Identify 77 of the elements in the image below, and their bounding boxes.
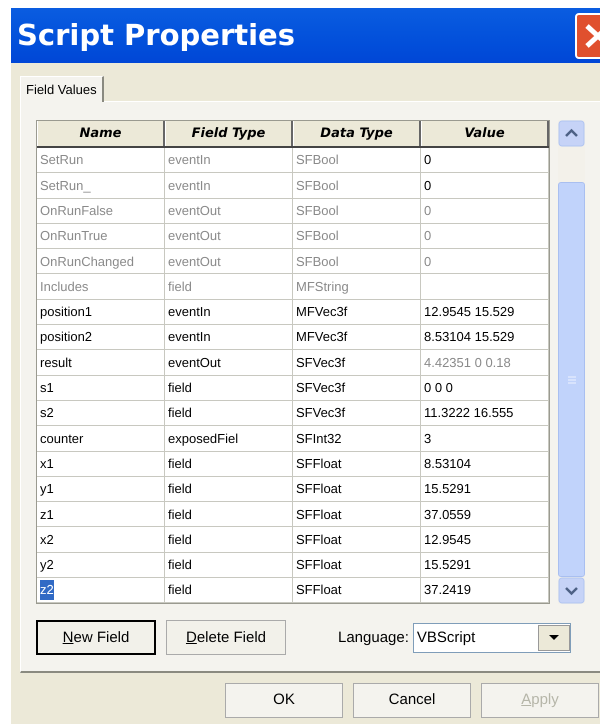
column-header[interactable]: Value bbox=[421, 121, 549, 146]
table-cell[interactable]: 11.3222 16.555 bbox=[421, 400, 549, 426]
table-cell[interactable] bbox=[421, 274, 549, 300]
dialog-button[interactable]: Cancel bbox=[353, 683, 471, 718]
column-header[interactable]: Data Type bbox=[293, 121, 421, 146]
table-cell: field bbox=[165, 376, 293, 401]
table-cell: field bbox=[165, 527, 293, 553]
table-cell: SFFloat bbox=[293, 476, 421, 502]
language-dropdown[interactable]: VBScript bbox=[412, 622, 571, 653]
column-header[interactable]: Name bbox=[37, 121, 165, 146]
table-cell: eventOut bbox=[165, 350, 293, 376]
table-cell: SFBool bbox=[293, 148, 421, 174]
table-cell: exposedFiel bbox=[165, 426, 293, 452]
grip-icon bbox=[566, 376, 576, 384]
table-cell: field bbox=[165, 578, 293, 604]
table-cell: MFVec3f bbox=[293, 300, 421, 326]
dialog-button[interactable]: OK bbox=[225, 683, 343, 718]
table-cell: SFVec3f bbox=[293, 350, 421, 376]
table-cell: SFInt32 bbox=[293, 426, 421, 452]
table-cell[interactable]: s2 bbox=[37, 400, 165, 426]
table-cell: field bbox=[165, 452, 293, 477]
table-cell: eventIn bbox=[165, 300, 293, 326]
table-cell[interactable]: 0 0 0 bbox=[421, 376, 549, 401]
table-cell[interactable]: 15.5291 bbox=[421, 552, 549, 578]
tab[interactable]: Field Values bbox=[20, 76, 104, 102]
field-button[interactable]: New Field bbox=[36, 620, 156, 656]
table-cell: SFFloat bbox=[293, 502, 421, 528]
table-cell: field bbox=[165, 274, 293, 300]
table-cell: SFFloat bbox=[293, 578, 421, 604]
table-cell[interactable]: position1 bbox=[37, 300, 165, 326]
table-cell[interactable]: 37.0559 bbox=[421, 502, 549, 528]
table-cell: eventOut bbox=[165, 198, 293, 224]
table-cell: MFVec3f bbox=[293, 325, 421, 350]
table-cell: eventIn bbox=[165, 148, 293, 174]
table-cell[interactable]: z2 bbox=[37, 578, 165, 604]
table-cell: SFBool bbox=[293, 249, 421, 274]
table-cell[interactable]: position2 bbox=[37, 325, 165, 350]
scrollbar[interactable] bbox=[558, 120, 585, 604]
table-cell: SFFloat bbox=[293, 452, 421, 477]
table-cell: SFFloat bbox=[293, 527, 421, 553]
table-cell[interactable]: x1 bbox=[37, 452, 165, 477]
table-cell[interactable]: 15.5291 bbox=[421, 476, 549, 502]
scroll-thumb[interactable] bbox=[558, 182, 585, 577]
field-button[interactable]: Delete Field bbox=[166, 620, 286, 656]
table-cell[interactable]: 8.53104 15.529 bbox=[421, 325, 549, 350]
table-cell[interactable]: x2 bbox=[37, 527, 165, 553]
table-cell: eventIn bbox=[165, 173, 293, 199]
table-cell: MFString bbox=[293, 274, 421, 300]
table-cell: field bbox=[165, 552, 293, 578]
table-cell: eventIn bbox=[165, 325, 293, 350]
table-cell[interactable]: counter bbox=[37, 426, 165, 452]
table-cell: field bbox=[165, 502, 293, 528]
table-cell[interactable]: result bbox=[37, 350, 165, 376]
window-title: Script Properties bbox=[17, 16, 295, 54]
table-cell: SFVec3f bbox=[293, 400, 421, 426]
column-header[interactable]: Field Type bbox=[165, 121, 293, 146]
table-cell: SFVec3f bbox=[293, 376, 421, 401]
table-cell[interactable]: y1 bbox=[37, 476, 165, 502]
table-cell[interactable]: z1 bbox=[37, 502, 165, 528]
table-cell[interactable]: s1 bbox=[37, 376, 165, 401]
table-cell: eventOut bbox=[165, 224, 293, 250]
table-cell[interactable]: 37.2419 bbox=[421, 578, 549, 604]
language-label: Language: bbox=[338, 628, 409, 648]
scroll-down-icon[interactable] bbox=[558, 577, 585, 604]
table-cell[interactable]: y2 bbox=[37, 552, 165, 578]
table-cell: SFFloat bbox=[293, 552, 421, 578]
table-cell: SFBool bbox=[293, 198, 421, 224]
table-cell[interactable]: 8.53104 bbox=[421, 452, 549, 477]
table-cell: field bbox=[165, 400, 293, 426]
table-cell[interactable]: 12.9545 15.529 bbox=[421, 300, 549, 326]
table-cell: eventOut bbox=[165, 249, 293, 274]
table-cell[interactable]: 3 bbox=[421, 426, 549, 452]
table-cell[interactable]: 12.9545 bbox=[421, 527, 549, 553]
scroll-up-icon[interactable] bbox=[558, 120, 585, 147]
table-cell: SFBool bbox=[293, 224, 421, 250]
table-cell: SFBool bbox=[293, 173, 421, 199]
table-cell: field bbox=[165, 476, 293, 502]
